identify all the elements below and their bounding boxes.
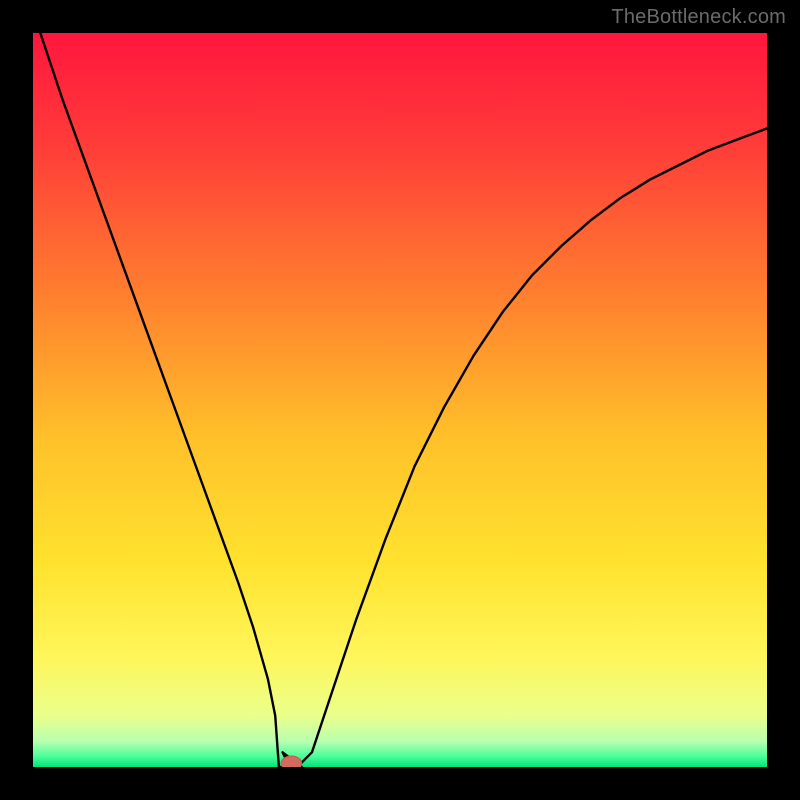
chart-frame: TheBottleneck.com [0,0,800,800]
minimum-marker [281,756,302,767]
chart-svg [33,33,767,767]
watermark-text: TheBottleneck.com [611,6,786,29]
gradient-background [33,33,767,767]
plot-area [33,33,767,767]
